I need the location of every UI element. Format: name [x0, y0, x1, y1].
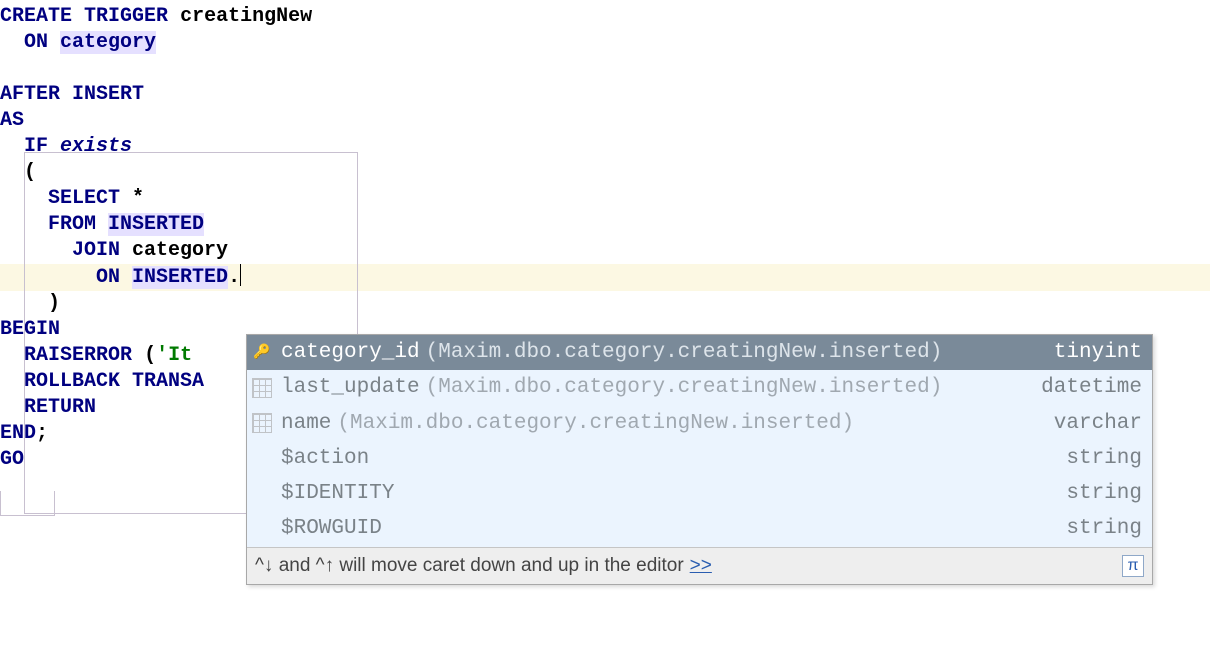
- paren: (: [144, 344, 156, 367]
- dot: .: [228, 266, 240, 289]
- blank-icon: [251, 484, 273, 504]
- code-editor[interactable]: CREATE TRIGGER creatingNew ON category A…: [0, 0, 1210, 473]
- caret-icon: [240, 264, 241, 286]
- blank-icon: [251, 449, 273, 469]
- code-line[interactable]: CREATE TRIGGER creatingNew: [0, 4, 1210, 30]
- autocomplete-item-label: $ROWGUID: [281, 515, 382, 542]
- autocomplete-item[interactable]: $ROWGUID string: [247, 511, 1152, 546]
- identifier: creatingNew: [180, 5, 312, 28]
- keyword: IF: [24, 135, 48, 158]
- string-literal: 'It: [156, 344, 192, 367]
- identifier-highlighted: INSERTED: [132, 266, 228, 289]
- autocomplete-item-type: varchar: [1054, 410, 1142, 437]
- autocomplete-item[interactable]: name(Maxim.dbo.category.creatingNew.inse…: [247, 406, 1152, 441]
- popup-footer-link[interactable]: >>: [690, 554, 712, 579]
- column-icon: [251, 413, 273, 433]
- autocomplete-item-label: name: [281, 410, 331, 437]
- code-line[interactable]: IF exists: [0, 134, 1210, 160]
- pi-icon[interactable]: π: [1122, 555, 1144, 577]
- autocomplete-item-source: (Maxim.dbo.category.creatingNew.inserted…: [426, 374, 943, 401]
- keyword: ON: [24, 31, 48, 54]
- autocomplete-item-type: string: [1066, 445, 1142, 472]
- keyword: JOIN: [72, 239, 120, 262]
- autocomplete-item[interactable]: 🔑 category_id(Maxim.dbo.category.creating…: [247, 335, 1152, 370]
- autocomplete-item-label: category_id: [281, 339, 420, 366]
- identifier-highlighted: INSERTED: [108, 213, 204, 236]
- autocomplete-item-label: $IDENTITY: [281, 480, 394, 507]
- code-line[interactable]: FROM INSERTED: [0, 212, 1210, 238]
- keyword: END: [0, 422, 36, 445]
- popup-footer: ^↓ and ^↑ will move caret down and up in…: [247, 547, 1152, 585]
- keyword: RETURN: [24, 396, 96, 419]
- keyword: AS: [0, 109, 24, 132]
- keyword: TRANSA: [132, 370, 204, 393]
- scope-box: [0, 491, 55, 516]
- identifier-highlighted: category: [60, 31, 156, 54]
- blank-icon: [251, 519, 273, 539]
- key-icon: 🔑: [251, 343, 273, 363]
- keyword: TRIGGER: [84, 5, 168, 28]
- operator: *: [132, 187, 144, 210]
- autocomplete-item-label: $action: [281, 445, 369, 472]
- code-line[interactable]: [0, 56, 1210, 82]
- autocomplete-item-source: (Maxim.dbo.category.creatingNew.inserted…: [337, 410, 854, 437]
- identifier: category: [132, 239, 228, 262]
- keyword: INSERT: [72, 83, 144, 106]
- keyword: ROLLBACK: [24, 370, 120, 393]
- autocomplete-item[interactable]: $action string: [247, 441, 1152, 476]
- autocomplete-item-label: last_update: [281, 374, 420, 401]
- column-icon: [251, 378, 273, 398]
- code-line[interactable]: SELECT *: [0, 186, 1210, 212]
- autocomplete-item[interactable]: last_update(Maxim.dbo.category.creatingN…: [247, 370, 1152, 405]
- autocomplete-item-type: string: [1066, 480, 1142, 507]
- code-line[interactable]: (: [0, 160, 1210, 186]
- keyword: BEGIN: [0, 318, 60, 341]
- code-line[interactable]: ON category: [0, 30, 1210, 56]
- code-line[interactable]: ): [0, 291, 1210, 317]
- autocomplete-item-type: tinyint: [1054, 339, 1142, 366]
- keyword: ON: [96, 266, 120, 289]
- code-line-active[interactable]: ON INSERTED.: [0, 264, 1210, 291]
- code-line[interactable]: AFTER INSERT: [0, 82, 1210, 108]
- function-name: exists: [60, 135, 132, 158]
- keyword: FROM: [48, 213, 96, 236]
- popup-footer-text: ^↓ and ^↑ will move caret down and up in…: [255, 554, 684, 579]
- keyword: GO: [0, 448, 24, 471]
- autocomplete-item-type: string: [1066, 515, 1142, 542]
- paren: ): [48, 292, 60, 315]
- keyword: RAISERROR: [24, 344, 132, 367]
- keyword: AFTER: [0, 83, 60, 106]
- code-line[interactable]: AS: [0, 108, 1210, 134]
- keyword: SELECT: [48, 187, 120, 210]
- code-line[interactable]: JOIN category: [0, 238, 1210, 264]
- autocomplete-item-source: (Maxim.dbo.category.creatingNew.inserted…: [426, 339, 943, 366]
- paren: (: [24, 161, 36, 184]
- semicolon: ;: [36, 422, 48, 445]
- autocomplete-popup[interactable]: 🔑category_id(Maxim.dbo.category.creating…: [246, 334, 1153, 585]
- autocomplete-item[interactable]: $IDENTITY string: [247, 476, 1152, 511]
- autocomplete-item-type: datetime: [1041, 374, 1142, 401]
- keyword: CREATE: [0, 5, 72, 28]
